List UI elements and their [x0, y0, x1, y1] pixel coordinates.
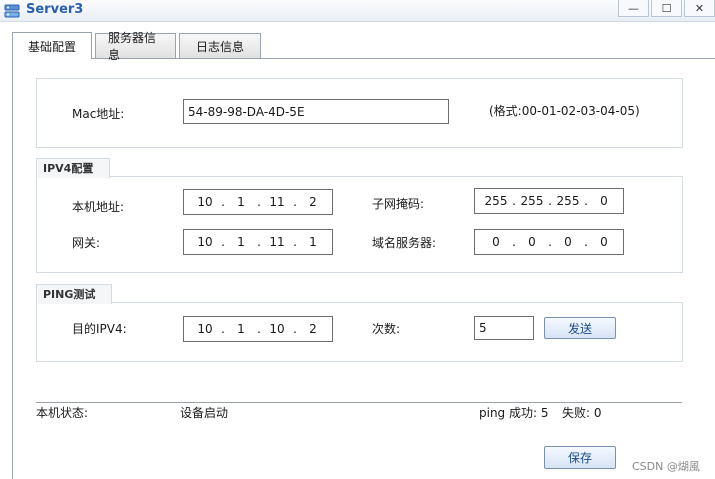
ip-octet: 11	[269, 235, 285, 249]
ip-dot: .	[548, 194, 552, 208]
ip-octet: 0	[528, 235, 536, 249]
ip-dot: .	[512, 235, 516, 249]
ip-octet: 255	[556, 194, 580, 208]
dest-ipv4-label: 目的IPV4:	[72, 322, 127, 336]
ipv4-legend: IPV4配置	[36, 158, 110, 178]
tab-basic-config[interactable]: 基础配置	[12, 32, 92, 59]
subnet-mask-label: 子网掩码:	[372, 197, 425, 211]
ip-octet: 255	[520, 194, 544, 208]
count-label: 次数:	[372, 322, 401, 336]
tab-log-info[interactable]: 日志信息	[179, 33, 261, 58]
ip-octet: 10	[197, 322, 213, 336]
mac-value: 54-89-98-DA-4D-5E	[188, 104, 305, 119]
ping-success-count: ping 成功: 5	[479, 406, 549, 420]
ip-dot: .	[293, 322, 297, 336]
ip-dot: .	[548, 235, 552, 249]
ip-octet: 1	[237, 195, 245, 209]
ip-octet: 0	[600, 194, 608, 208]
ip-dot: .	[257, 195, 261, 209]
ip-octet: 2	[309, 195, 317, 209]
save-button[interactable]: 保存	[544, 446, 616, 469]
ip-octet: 255	[484, 194, 508, 208]
ip-octet: 0	[492, 235, 500, 249]
gateway-label: 网关:	[72, 236, 101, 250]
ip-dot: .	[512, 194, 516, 208]
maximize-icon: ☐	[661, 1, 672, 15]
ip-octet: 11	[269, 195, 285, 209]
send-button[interactable]: 发送	[544, 317, 616, 339]
dns-input[interactable]: 0. 0. 0. 0	[474, 229, 624, 255]
ip-dot: .	[584, 194, 588, 208]
close-button[interactable]: ✕	[684, 0, 715, 17]
ip-octet: 10	[197, 195, 213, 209]
ip-octet: 2	[309, 322, 317, 336]
local-ip-input[interactable]: 10. 1. 11. 2	[183, 189, 333, 215]
ip-octet: 1	[237, 235, 245, 249]
ip-octet: 10	[197, 235, 213, 249]
watermark: CSDN @煳風	[632, 460, 700, 473]
maximize-button[interactable]: ☐	[651, 0, 682, 17]
ip-dot: .	[221, 322, 225, 336]
ip-octet: 0	[564, 235, 572, 249]
dns-label: 域名服务器:	[372, 236, 437, 250]
ping-legend: PING测试	[36, 284, 112, 304]
mac-format-hint: (格式:00-01-02-03-04-05)	[489, 104, 640, 118]
status-label: 本机状态:	[36, 406, 89, 420]
ip-dot: .	[221, 195, 225, 209]
ip-dot: .	[221, 235, 225, 249]
local-ip-label: 本机地址:	[72, 200, 125, 214]
ip-octet: 1	[237, 322, 245, 336]
server-app-icon	[4, 4, 20, 18]
tab-server-info[interactable]: 服务器信息	[95, 31, 176, 62]
minimize-icon: —	[628, 1, 639, 15]
ip-dot: .	[293, 235, 297, 249]
mac-input[interactable]: 54-89-98-DA-4D-5E	[183, 99, 449, 124]
ip-dot: .	[257, 322, 261, 336]
window-title: Server3	[26, 2, 84, 17]
dest-ipv4-input[interactable]: 10. 1. 10. 2	[183, 316, 333, 342]
status-divider	[36, 402, 682, 403]
ip-octet: 0	[600, 235, 608, 249]
ip-dot: .	[584, 235, 588, 249]
ping-fail-count: 失败: 0	[562, 406, 602, 420]
count-value: 5	[479, 321, 487, 335]
gateway-input[interactable]: 10. 1. 11. 1	[183, 229, 333, 255]
ip-dot: .	[293, 195, 297, 209]
close-icon: ✕	[694, 1, 705, 15]
status-value: 设备启动	[180, 406, 229, 420]
subnet-mask-input[interactable]: 255. 255. 255. 0	[474, 188, 624, 214]
ip-dot: .	[257, 235, 261, 249]
minimize-button[interactable]: —	[618, 0, 649, 17]
title-bar	[0, 0, 715, 22]
ip-octet: 1	[309, 235, 317, 249]
mac-label: Mac地址:	[72, 107, 125, 121]
ip-octet: 10	[269, 322, 285, 336]
count-input[interactable]: 5	[474, 316, 534, 340]
